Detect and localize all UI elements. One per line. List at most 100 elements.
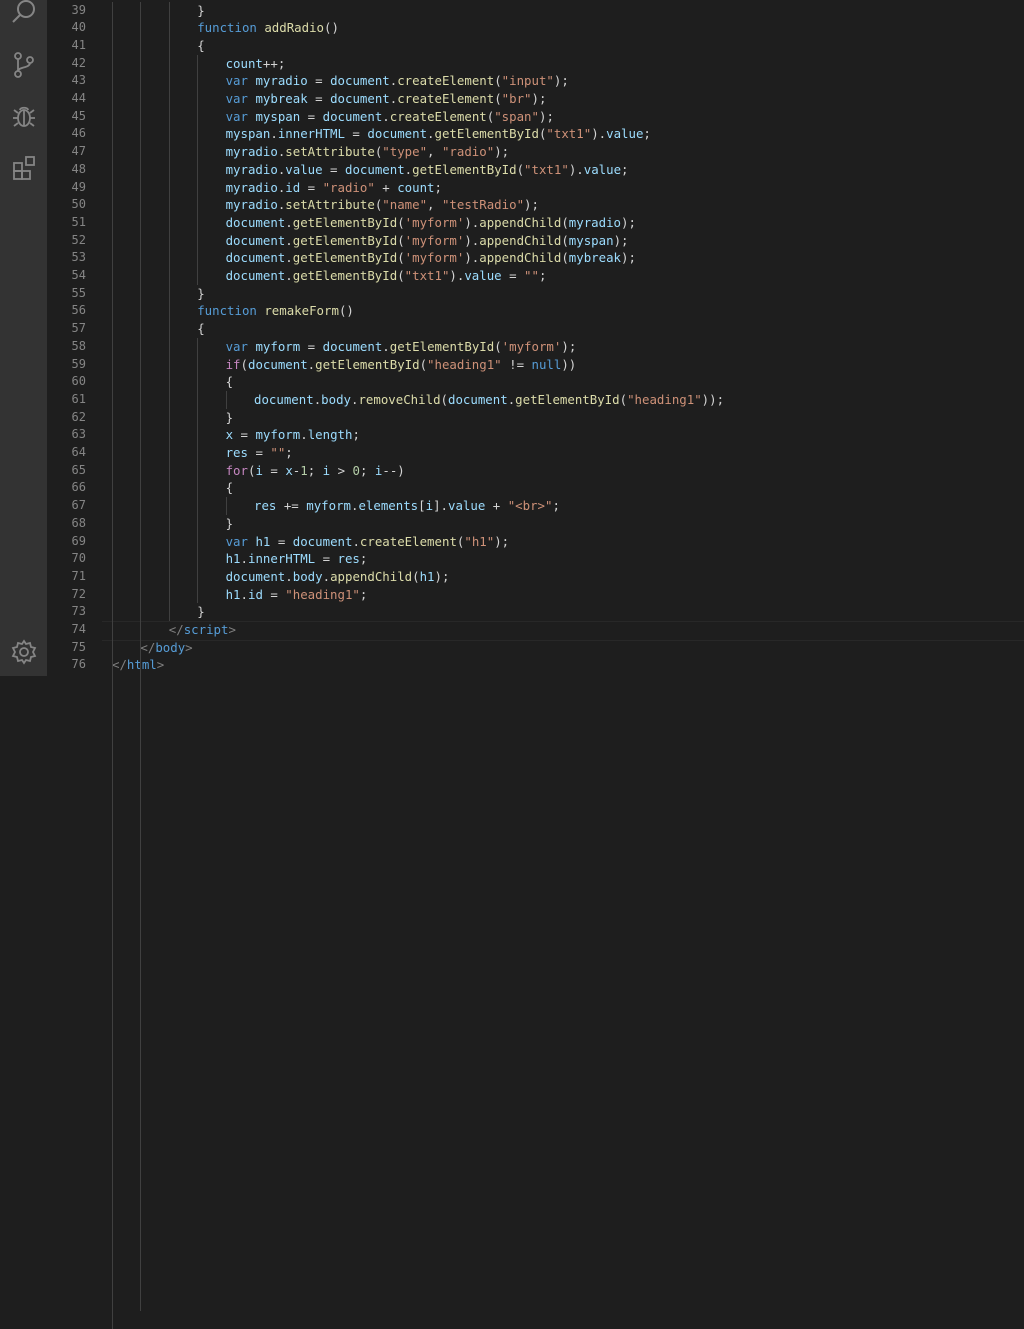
code-token: body (155, 640, 185, 655)
line-number: 60 (46, 373, 86, 391)
code-editor[interactable]: }function addRadio(){count++;var myradio… (102, 0, 1024, 676)
code-token: = (263, 587, 285, 602)
code-token: "txt1" (405, 268, 450, 283)
code-text: myspan.innerHTML = document.getElementBy… (226, 125, 651, 143)
debug-icon[interactable] (8, 101, 39, 132)
indent-guide (226, 391, 227, 409)
code-token: ( (494, 91, 501, 106)
code-token: "radio" (323, 180, 375, 195)
line-number: 41 (46, 37, 86, 55)
code-line: var myform = document.getElementById('my… (102, 338, 1024, 356)
code-text: var mybreak = document.createElement("br… (226, 90, 547, 108)
search-icon[interactable] (8, 0, 39, 27)
code-token: document (248, 357, 308, 372)
code-line: } (102, 2, 1024, 20)
code-token: = (315, 551, 337, 566)
code-token: appendChild (479, 250, 561, 265)
line-number: 43 (46, 72, 86, 90)
code-line: count++; (102, 55, 1024, 73)
code-token: ). (591, 126, 606, 141)
code-token: h1 (226, 551, 241, 566)
code-line: h1.innerHTML = res; (102, 550, 1024, 568)
code-token: ; (285, 445, 292, 460)
code-token: ( (517, 162, 524, 177)
code-token: innerHTML (248, 551, 315, 566)
code-line: for(i = x-1; i > 0; i--) (102, 462, 1024, 480)
code-text: res += myform.elements[i].value + "<br>"… (254, 497, 560, 515)
line-number: 49 (46, 179, 86, 197)
line-number: 51 (46, 214, 86, 232)
code-token: ++; (263, 56, 285, 71)
code-token: setAttribute (285, 144, 375, 159)
code-token: ; (539, 268, 546, 283)
line-number: 52 (46, 232, 86, 250)
line-number: 74 (46, 621, 86, 639)
code-token: "testRadio" (442, 197, 524, 212)
code-text: myradio.setAttribute("name", "testRadio"… (226, 196, 539, 214)
code-line: } (102, 409, 1024, 427)
line-number: 76 (46, 656, 86, 674)
code-line: res += myform.elements[i].value + "<br>"… (102, 497, 1024, 515)
code-text: } (226, 515, 233, 533)
code-token: </ (140, 640, 155, 655)
code-token: } (226, 410, 233, 425)
code-token: document (254, 392, 314, 407)
code-token: appendChild (479, 233, 561, 248)
code-token: h1 (226, 587, 241, 602)
indent-guide (140, 2, 141, 1312)
code-token: ]. (433, 498, 448, 513)
code-token: </ (169, 622, 184, 637)
code-token: ); (524, 197, 539, 212)
code-token: ( (561, 250, 568, 265)
code-token: myradio (255, 73, 307, 88)
code-token: res (254, 498, 276, 513)
code-token: > (157, 657, 164, 672)
code-token: "" (270, 445, 285, 460)
code-token: () (339, 303, 354, 318)
code-token: . (241, 587, 248, 602)
code-token: } (197, 286, 204, 301)
code-line: { (102, 373, 1024, 391)
code-token: () (324, 20, 339, 35)
code-text: </html> (112, 656, 164, 674)
code-token: 'myform' (405, 215, 465, 230)
code-token: "<br>" (508, 498, 553, 513)
code-token: != (502, 357, 532, 372)
code-token: myspan (569, 233, 614, 248)
settings-gear-icon[interactable] (8, 636, 39, 667)
code-token: . (285, 250, 292, 265)
code-token: document (226, 233, 286, 248)
code-line: myradio.id = "radio" + count; (102, 179, 1024, 197)
code-token: . (285, 268, 292, 283)
code-text: </body> (140, 639, 192, 657)
code-token: function (197, 20, 257, 35)
line-number: 66 (46, 479, 86, 497)
code-token: = (345, 126, 367, 141)
indent-guide (169, 2, 170, 622)
code-token: = (300, 339, 322, 354)
code-token: document (330, 73, 390, 88)
code-token: setAttribute (285, 197, 375, 212)
code-token: createElement (390, 109, 487, 124)
code-token: = (270, 534, 292, 549)
code-token: { (197, 38, 204, 53)
code-text: var h1 = document.createElement("h1"); (226, 533, 510, 551)
code-token: myspan (255, 109, 300, 124)
code-token: ( (241, 357, 248, 372)
code-token: ; (360, 463, 375, 478)
code-token: } (226, 516, 233, 531)
indent-guide (226, 497, 227, 515)
code-token: ; (621, 162, 628, 177)
code-token: . (382, 339, 389, 354)
extensions-icon[interactable] (8, 152, 39, 183)
line-number: 72 (46, 586, 86, 604)
code-token: ; (643, 126, 650, 141)
source-control-icon[interactable] (8, 49, 39, 80)
code-text: res = ""; (226, 444, 293, 462)
code-token: ; (552, 498, 559, 513)
code-token: getElementById (293, 268, 397, 283)
code-token: getElementById (412, 162, 516, 177)
line-number: 40 (46, 19, 86, 37)
code-text: myradio.setAttribute("type", "radio"); (226, 143, 510, 161)
code-text: myradio.value = document.getElementById(… (226, 161, 629, 179)
